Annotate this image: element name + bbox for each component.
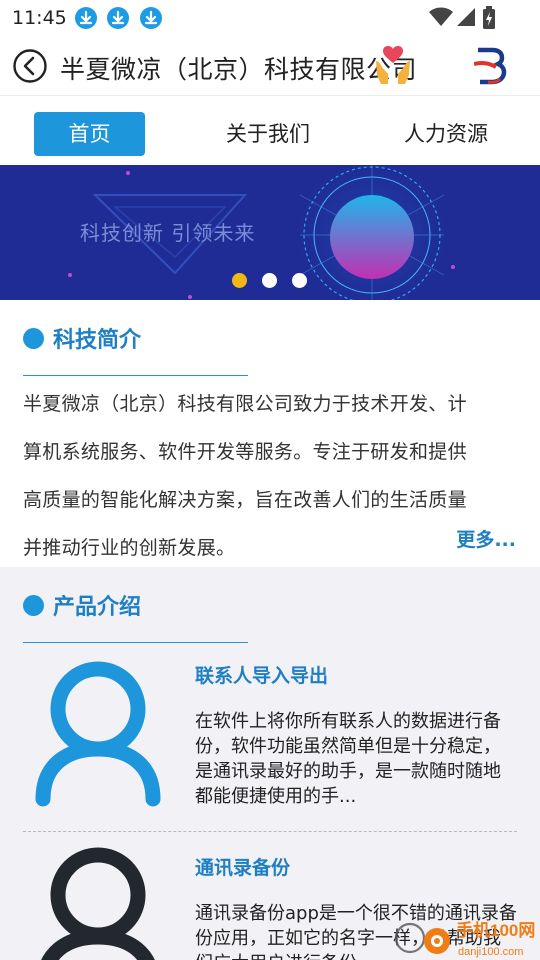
company-logo <box>474 47 507 85</box>
svg-text:danji100.com: danji100.com <box>458 946 523 958</box>
section-underline <box>23 642 248 643</box>
back-icon[interactable] <box>13 49 47 83</box>
svg-text:手机100网: 手机100网 <box>456 920 535 940</box>
status-time: 11:45 <box>12 7 67 29</box>
site-watermark: 手机100网 danji100.com <box>394 920 535 958</box>
tab-bar: 首页 关于我们 人力资源 <box>0 97 540 165</box>
download-icon <box>107 7 129 29</box>
product-description: 在软件上将你所有联系人的数据进行备份，软件功能虽然简单但是十分稳定，是通讯录最好… <box>195 711 501 807</box>
tab-home[interactable]: 首页 <box>34 112 145 156</box>
intro-line: 高质量的智能化解决方案，旨在改善人们的生活质量 <box>23 489 467 511</box>
section-underline <box>23 375 248 376</box>
product-divider <box>23 831 517 832</box>
wifi-icon <box>429 7 453 26</box>
signal-icon <box>457 8 475 26</box>
download-icon <box>140 7 162 29</box>
tech-intro-section: 科技简介 半夏微凉（北京）科技有限公司致力于技术开发、计 算机系统服务、软件开发… <box>0 300 540 567</box>
carousel-dot[interactable] <box>262 273 277 288</box>
banner-carousel[interactable]: 科技创新 引领未来 <box>0 165 540 300</box>
product-card[interactable]: 联系人导入导出 在软件上将你所有联系人的数据进行备份，软件功能虽然简单但是十分稳… <box>23 659 517 829</box>
heart-hands-icon[interactable] <box>373 43 413 87</box>
carousel-dot[interactable] <box>232 273 247 288</box>
title-bar: 半夏微凉（北京）科技有限公司 <box>0 36 540 96</box>
products-section: 产品介绍 联系人导入导出 在软件上将你所有联系人的数据进行备份，软件功能虽然简单… <box>0 567 540 960</box>
intro-line: 算机系统服务、软件开发等服务。专注于研发和提供 <box>23 441 467 463</box>
intro-line: 并推动行业的创新发展。 <box>23 537 236 559</box>
tab-human-resources[interactable]: 人力资源 <box>383 112 509 156</box>
intro-line: 半夏微凉（北京）科技有限公司致力于技术开发、计 <box>23 393 467 415</box>
download-icon <box>75 7 97 29</box>
person-icon <box>41 847 155 960</box>
battery-icon <box>483 6 495 29</box>
page-title: 半夏微凉（北京）科技有限公司 <box>60 55 418 84</box>
more-link[interactable]: 更多... <box>456 525 516 552</box>
product-name: 通讯录备份 <box>195 857 291 879</box>
bullet-icon <box>23 595 44 616</box>
banner-slogan: 科技创新 引领未来 <box>80 221 256 245</box>
status-bar: 11:45 <box>0 0 540 36</box>
section-title: 科技简介 <box>53 328 142 353</box>
tab-about-us[interactable]: 关于我们 <box>205 112 331 156</box>
carousel-dot[interactable] <box>292 273 307 288</box>
person-icon <box>35 661 161 807</box>
bullet-icon <box>23 328 44 349</box>
section-title: 产品介绍 <box>53 595 142 620</box>
intro-paragraph: 半夏微凉（北京）科技有限公司致力于技术开发、计 算机系统服务、软件开发等服务。专… <box>23 380 517 572</box>
product-name: 联系人导入导出 <box>195 665 329 687</box>
